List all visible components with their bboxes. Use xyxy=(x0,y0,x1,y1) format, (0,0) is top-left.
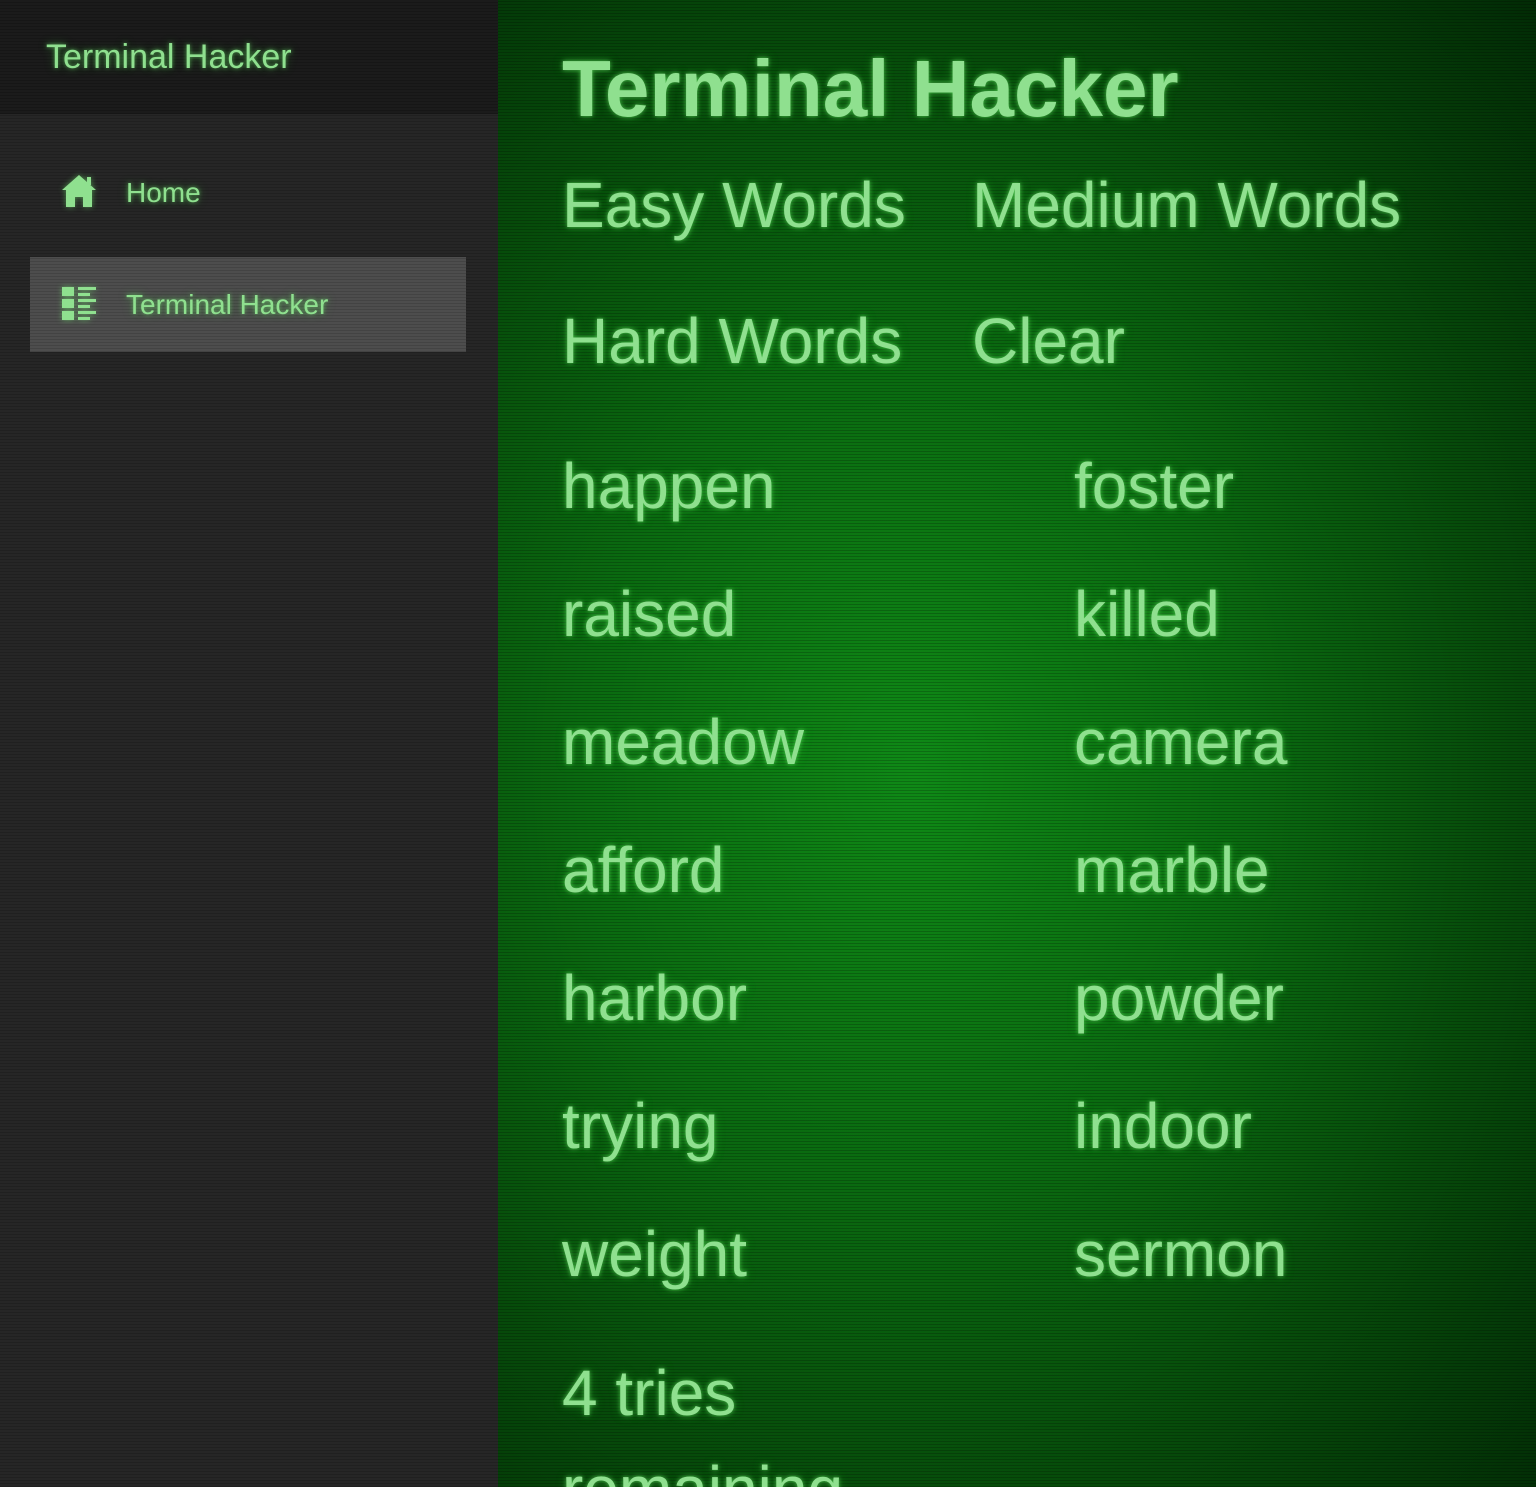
word-option[interactable]: foster xyxy=(1074,449,1234,523)
app-window: Terminal Hacker Home Terminal Hacker Ter… xyxy=(0,0,1536,1487)
word-option[interactable]: marble xyxy=(1074,833,1270,907)
word-option[interactable]: indoor xyxy=(1074,1089,1252,1163)
medium-words-button[interactable]: Medium Words xyxy=(972,168,1401,242)
sidebar: Terminal Hacker Home Terminal Hacker xyxy=(0,0,498,1487)
app-title: Terminal Hacker xyxy=(46,38,292,76)
clear-button[interactable]: Clear xyxy=(972,304,1125,378)
page-title: Terminal Hacker xyxy=(562,44,1179,133)
home-icon xyxy=(60,173,98,209)
word-option[interactable]: sermon xyxy=(1074,1217,1287,1291)
word-option[interactable]: happen xyxy=(562,449,776,523)
hard-words-button[interactable]: Hard Words xyxy=(562,304,902,378)
sidebar-item-home[interactable]: Home xyxy=(30,145,466,240)
list-icon xyxy=(60,285,98,321)
sidebar-header: Terminal Hacker xyxy=(0,0,498,114)
word-option[interactable]: camera xyxy=(1074,705,1287,779)
easy-words-button[interactable]: Easy Words xyxy=(562,168,906,242)
word-option[interactable]: meadow xyxy=(562,705,804,779)
sidebar-item-label: Home xyxy=(126,177,201,208)
sidebar-item-terminal-hacker[interactable]: Terminal Hacker xyxy=(30,257,466,352)
word-option[interactable]: harbor xyxy=(562,961,747,1035)
tries-remaining-text: 4 tries remaining xyxy=(562,1357,843,1487)
main-panel: Terminal Hacker Easy Words Medium Words … xyxy=(498,0,1536,1487)
word-option[interactable]: raised xyxy=(562,577,736,651)
sidebar-item-label: Terminal Hacker xyxy=(126,289,329,320)
word-option[interactable]: afford xyxy=(562,833,725,907)
word-option[interactable]: trying xyxy=(562,1089,719,1163)
word-option[interactable]: weight xyxy=(562,1217,747,1291)
word-option[interactable]: powder xyxy=(1074,961,1284,1035)
word-option[interactable]: killed xyxy=(1074,577,1220,651)
